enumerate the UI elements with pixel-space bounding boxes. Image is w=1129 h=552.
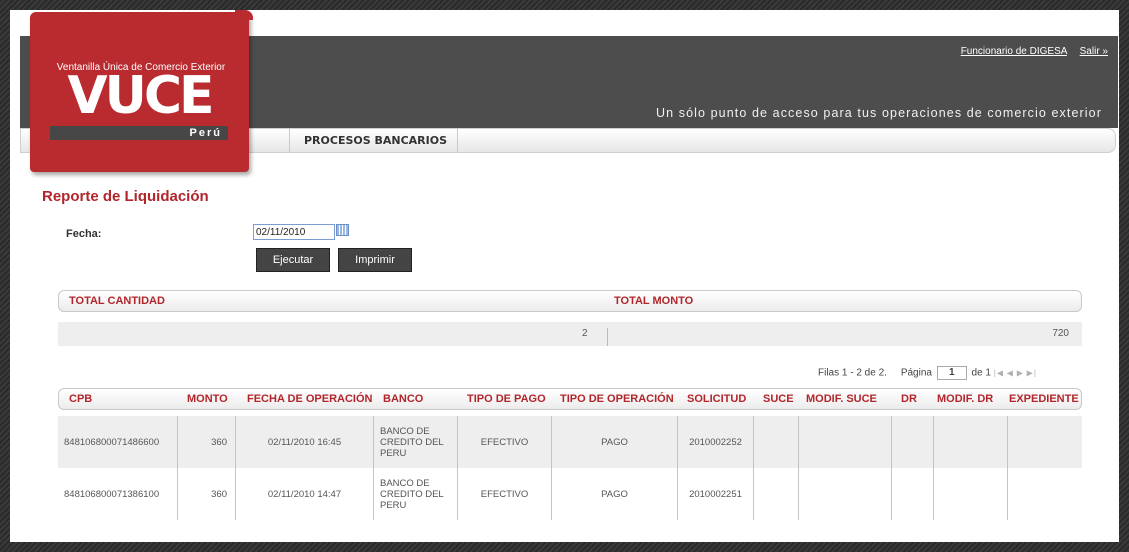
cell-dr bbox=[892, 416, 934, 468]
cell-suce bbox=[754, 468, 799, 520]
totals-divider bbox=[607, 328, 608, 346]
page-input[interactable]: 1 bbox=[936, 366, 967, 380]
total-cantidad-value: 2 bbox=[582, 328, 588, 339]
cell-fecha: 02/11/2010 16:45 bbox=[236, 416, 374, 468]
cell-fecha: 02/11/2010 14:47 bbox=[236, 468, 374, 520]
calendar-icon[interactable] bbox=[336, 224, 349, 236]
execute-button[interactable]: Ejecutar bbox=[256, 248, 330, 272]
next-page-icon[interactable]: ▶ bbox=[1017, 369, 1024, 378]
vuce-logo[interactable]: Ventanilla Única de Comercio Exterior VU… bbox=[30, 10, 253, 172]
page-of: de 1 bbox=[971, 367, 991, 379]
col-monto[interactable]: MONTO bbox=[187, 389, 228, 410]
tagline: Un sólo punto de acceso para tus operaci… bbox=[655, 106, 1102, 120]
logo-tab bbox=[235, 10, 253, 20]
cell-expediente bbox=[1008, 468, 1082, 520]
cell-tipo-operacion: PAGO bbox=[552, 416, 678, 468]
col-dr[interactable]: DR bbox=[901, 389, 917, 410]
logo-mark: VUCE bbox=[67, 66, 214, 126]
prev-page-icon[interactable]: ◀ bbox=[1007, 369, 1014, 378]
cell-modif-suce bbox=[799, 468, 892, 520]
col-tipo-pago[interactable]: TIPO DE PAGO bbox=[467, 389, 546, 410]
cell-suce bbox=[754, 416, 799, 468]
header-links: Funcionario de DIGESA Salir » bbox=[951, 46, 1108, 57]
pager: Filas 1 - 2 de 2. Página 1 de 1 |◀ ◀ ▶ ▶… bbox=[818, 366, 1037, 380]
col-modif-dr[interactable]: MODIF. DR bbox=[937, 389, 993, 410]
page: Funcionario de DIGESA Salir » Un sólo pu… bbox=[10, 10, 1119, 542]
cell-modif-dr bbox=[934, 416, 1008, 468]
cell-expediente bbox=[1008, 416, 1082, 468]
fecha-label: Fecha: bbox=[66, 228, 102, 240]
fecha-input[interactable] bbox=[253, 224, 335, 240]
cell-solicitud: 2010002252 bbox=[678, 416, 754, 468]
cell-banco: BANCO DE CREDITO DEL PERU bbox=[374, 416, 458, 468]
cell-cpb: 848106800071486600 bbox=[58, 416, 178, 468]
col-cpb[interactable]: CPB bbox=[69, 389, 92, 410]
page-label: Página bbox=[900, 367, 932, 379]
totals-row bbox=[58, 322, 1082, 346]
col-expediente[interactable]: EXPEDIENTE bbox=[1009, 389, 1079, 410]
cell-banco: BANCO DE CREDITO DEL PERU bbox=[374, 468, 458, 520]
rows-info: Filas 1 - 2 de 2. bbox=[818, 367, 887, 379]
logout-link[interactable]: Salir » bbox=[1080, 46, 1108, 57]
total-cantidad-header: TOTAL CANTIDAD bbox=[69, 295, 165, 307]
cell-tipo-pago: EFECTIVO bbox=[458, 416, 552, 468]
total-monto-header: TOTAL MONTO bbox=[614, 295, 694, 307]
cell-cpb: 848106800071386100 bbox=[58, 468, 178, 520]
last-page-icon[interactable]: ▶| bbox=[1027, 369, 1037, 378]
cell-modif-suce bbox=[799, 416, 892, 468]
cell-solicitud: 2010002251 bbox=[678, 468, 754, 520]
col-modif-suce[interactable]: MODIF. SUCE bbox=[806, 389, 877, 410]
total-monto-value: 720 bbox=[1052, 328, 1069, 339]
cell-modif-dr bbox=[934, 468, 1008, 520]
col-solicitud[interactable]: SOLICITUD bbox=[687, 389, 746, 410]
cell-monto: 360 bbox=[178, 468, 236, 520]
first-page-icon[interactable]: |◀ bbox=[994, 369, 1004, 378]
print-button[interactable]: Imprimir bbox=[338, 248, 412, 272]
table-row[interactable]: 848106800071486600 360 02/11/2010 16:45 … bbox=[58, 416, 1082, 468]
col-tipo-operacion[interactable]: TIPO DE OPERACIÓN bbox=[560, 389, 674, 410]
nav-item-procesos-bancarios[interactable]: PROCESOS BANCARIOS bbox=[289, 129, 459, 152]
cell-monto: 360 bbox=[178, 416, 236, 468]
cell-dr bbox=[892, 468, 934, 520]
page-title: Reporte de Liquidación bbox=[42, 188, 209, 205]
col-banco[interactable]: BANCO bbox=[383, 389, 423, 410]
cell-tipo-operacion: PAGO bbox=[552, 468, 678, 520]
totals-header: TOTAL CANTIDAD TOTAL MONTO bbox=[58, 290, 1082, 312]
table-header: CPB MONTO FECHA DE OPERACIÓN BANCO TIPO … bbox=[58, 388, 1082, 410]
user-link[interactable]: Funcionario de DIGESA bbox=[961, 46, 1067, 57]
cell-tipo-pago: EFECTIVO bbox=[458, 468, 552, 520]
logo-country: Perú bbox=[50, 126, 228, 140]
col-suce[interactable]: SUCE bbox=[763, 389, 794, 410]
table-row[interactable]: 848106800071386100 360 02/11/2010 14:47 … bbox=[58, 468, 1082, 520]
col-fecha[interactable]: FECHA DE OPERACIÓN bbox=[247, 389, 373, 410]
